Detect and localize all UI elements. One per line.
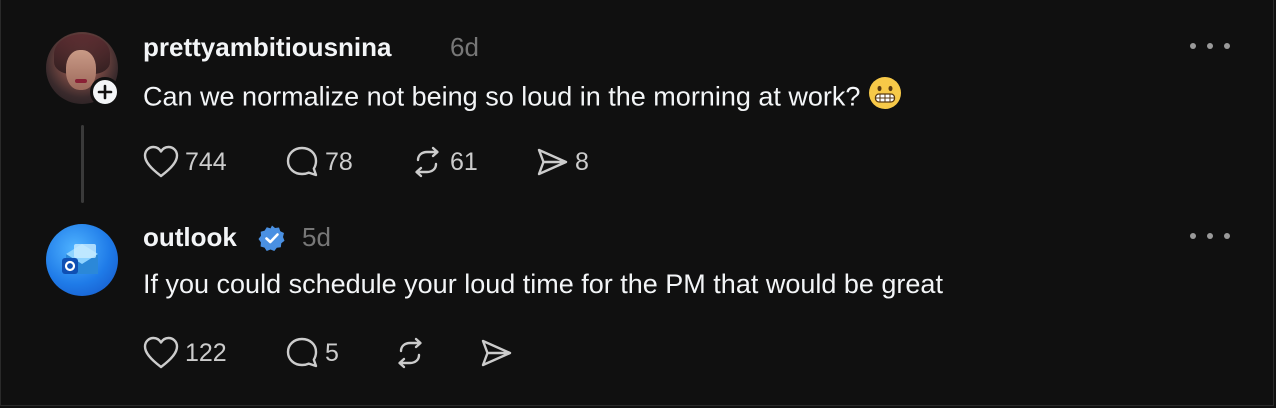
reply-count: 78 xyxy=(325,147,353,176)
repost-button[interactable] xyxy=(393,335,433,371)
comment-icon xyxy=(286,146,318,177)
grimacing-face-emoji-icon xyxy=(868,76,902,117)
post[interactable]: outlook 5d If you could schedule your lo… xyxy=(0,200,1276,405)
timestamp[interactable]: 5d xyxy=(302,222,331,253)
share-button[interactable]: 8 xyxy=(535,144,589,180)
like-count: 744 xyxy=(185,147,227,176)
send-icon xyxy=(481,339,512,367)
more-options-icon[interactable] xyxy=(1190,36,1230,56)
follow-plus-icon[interactable] xyxy=(90,77,120,107)
heart-icon xyxy=(143,145,179,178)
send-icon xyxy=(537,148,568,176)
reply-count: 5 xyxy=(325,338,339,367)
username[interactable]: outlook xyxy=(143,222,237,253)
verified-badge-icon xyxy=(258,225,285,251)
reply-button[interactable]: 78 xyxy=(285,144,353,180)
repost-count: 61 xyxy=(450,147,478,176)
outlook-avatar[interactable] xyxy=(46,224,118,296)
repost-button[interactable]: 61 xyxy=(410,144,478,180)
share-count: 8 xyxy=(575,147,589,176)
post-text-content: Can we normalize not being so loud in th… xyxy=(143,81,861,112)
post[interactable]: prettyambitiousnina 6d Can we normalize … xyxy=(0,0,1276,203)
like-count: 122 xyxy=(185,338,227,367)
timestamp[interactable]: 6d xyxy=(450,32,479,63)
post-text: If you could schedule your loud time for… xyxy=(143,269,943,299)
more-options-icon[interactable] xyxy=(1190,226,1230,246)
repost-icon xyxy=(415,146,439,178)
heart-icon xyxy=(143,336,179,369)
like-button[interactable]: 744 xyxy=(143,144,227,180)
avatar-lips xyxy=(75,79,87,83)
username[interactable]: prettyambitiousnina xyxy=(143,32,391,63)
outlook-logo-icon xyxy=(62,244,98,274)
comment-icon xyxy=(286,337,318,368)
post-text: Can we normalize not being so loud in th… xyxy=(143,76,902,119)
thread-line xyxy=(81,125,84,203)
like-button[interactable]: 122 xyxy=(143,335,227,371)
share-button[interactable] xyxy=(479,335,519,371)
repost-icon xyxy=(398,337,422,369)
reply-button[interactable]: 5 xyxy=(285,335,339,371)
